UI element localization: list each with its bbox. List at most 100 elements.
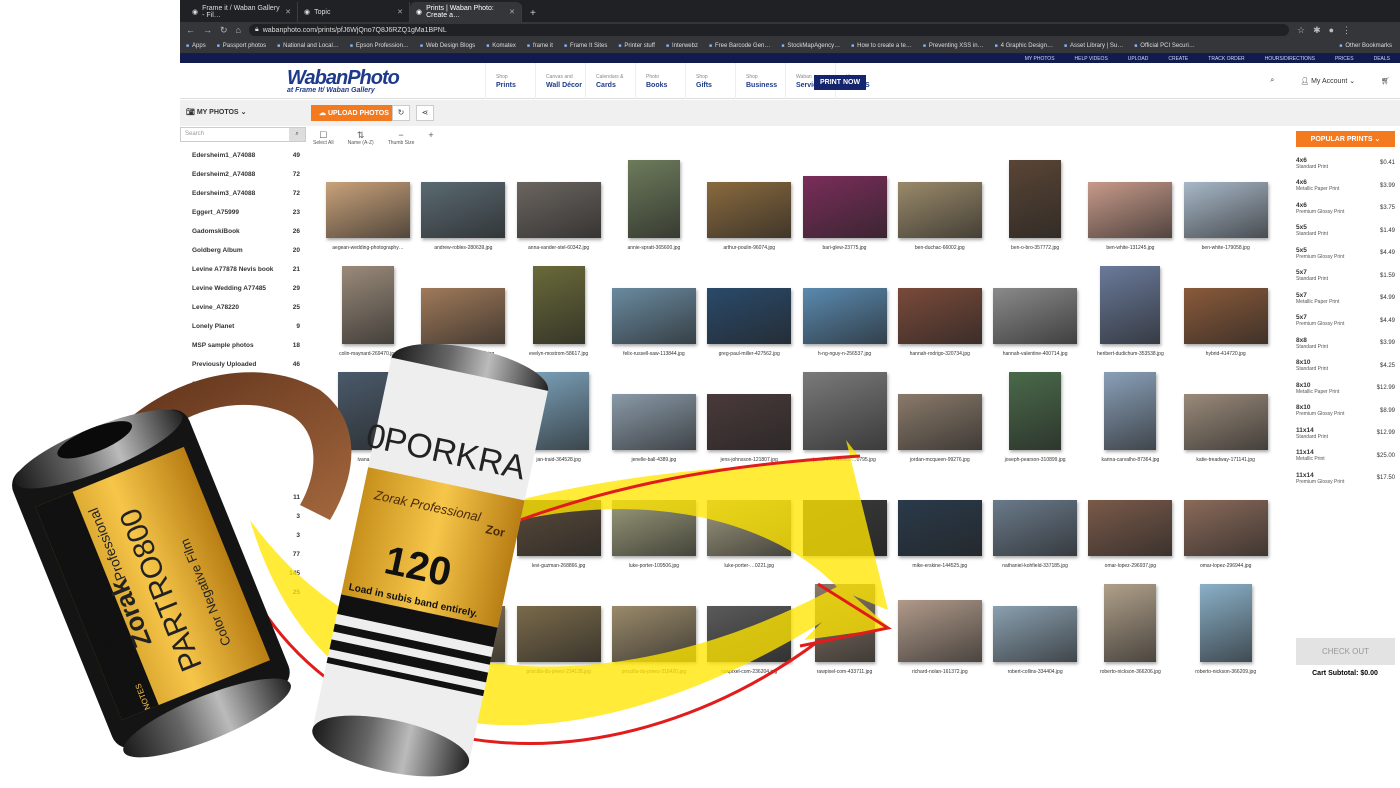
bookmark-item[interactable]: Interwebz [666, 43, 698, 49]
bookmark-item[interactable]: 4 Graphic Design… [995, 43, 1053, 49]
price-row[interactable]: 5x5 Premium Glossy Print $4.49 [1290, 242, 1400, 265]
photo-thumbnail[interactable] [707, 394, 792, 450]
photo-tile[interactable]: robert-collins-334404.jpg [989, 576, 1081, 682]
photo-thumbnail[interactable] [897, 600, 982, 662]
album-item[interactable]: 73 [180, 526, 306, 545]
utility-link[interactable]: TRACK ORDER [1208, 56, 1244, 62]
photo-tile[interactable]: priscilla-du-preez-234138.jpg [513, 576, 605, 682]
photo-tile[interactable]: annie-spratt-365600.jpg [608, 152, 700, 258]
photo-tile[interactable]: roberto-nickson-366209.jpg [1180, 576, 1272, 682]
nav-item[interactable]: Calendars & Cards [585, 63, 635, 99]
photo-thumbnail[interactable] [421, 288, 506, 344]
photo-tile[interactable]: ben-o-bro-357772.jpg [989, 152, 1081, 258]
photo-thumbnail[interactable] [516, 500, 601, 556]
utility-link[interactable]: HOURS/DIRECTIONS [1265, 56, 1315, 62]
photo-thumbnail[interactable] [1009, 160, 1062, 238]
album-item[interactable]: 77 [180, 545, 306, 564]
album-item[interactable]: 145 [180, 564, 306, 583]
photo-tile[interactable]: rawpixel-com-433711.jpg [799, 576, 891, 682]
photo-tile[interactable]: jenelle-ball-4389.jpg [608, 364, 700, 470]
utility-link[interactable]: HELP VIDEOS [1075, 56, 1108, 62]
photo-thumbnail[interactable] [1183, 394, 1268, 450]
nav-item[interactable]: Shop Gifts [685, 63, 735, 99]
photo-tile[interactable]: greg-paul-miller-427562.jpg [703, 258, 795, 364]
album-item[interactable] [180, 393, 306, 412]
bookmark-item[interactable]: frame it [527, 43, 553, 49]
photo-thumbnail[interactable] [1199, 584, 1252, 662]
album-item[interactable]: 11 [180, 488, 306, 507]
price-row[interactable]: 11x14 Metallic Print $25.00 [1290, 445, 1400, 468]
photo-tile[interactable]: cynthia-magana-138943.jpg [417, 258, 509, 364]
photo-tile[interactable]: andrew-robles-280639.jpg [417, 152, 509, 258]
bookmark-item[interactable]: National and Local… [277, 43, 339, 49]
photo-tile[interactable]: jonathan-daniels-…0795.jpg [799, 364, 891, 470]
photo-tile[interactable]: karina-carvalho-87364.jpg [1084, 364, 1176, 470]
photo-thumbnail[interactable] [627, 160, 680, 238]
album-item[interactable]: MSP sample photos 18 [180, 336, 306, 355]
photo-thumbnail[interactable] [897, 288, 982, 344]
photo-thumbnail[interactable] [993, 500, 1078, 556]
photo-tile[interactable]: anna-vander-stel-60342.jpg [513, 152, 605, 258]
photo-thumbnail[interactable] [421, 500, 506, 556]
bookmark-item[interactable]: Frame It Sites [564, 43, 607, 49]
price-row[interactable]: 5x5 Standard Print $1.49 [1290, 220, 1400, 243]
album-item[interactable]: Goldberg Album 20 [180, 241, 306, 260]
album-item[interactable]: Levine_A78220 25 [180, 298, 306, 317]
album-item[interactable] [180, 431, 306, 450]
price-row[interactable]: 4x6 Standard Print $0.41 [1290, 152, 1400, 175]
photo-thumbnail[interactable] [532, 266, 585, 344]
photo-tile[interactable]: ben-white-131245.jpg [1084, 152, 1176, 258]
bookmark-item[interactable]: Preventing XSS in… [923, 43, 984, 49]
photo-thumbnail[interactable] [421, 182, 506, 238]
photo-tile[interactable]: h-ng-nguy-n-256537.jpg [799, 258, 891, 364]
reload-icon[interactable]: ↻ [220, 25, 228, 36]
nav-item[interactable]: Shop Prints [485, 63, 535, 99]
bookmark-item[interactable]: Komatex [486, 43, 516, 49]
photo-thumbnail[interactable] [1183, 500, 1268, 556]
photo-thumbnail[interactable] [1088, 500, 1173, 556]
price-row[interactable]: 4x6 Metallic Paper Print $3.99 [1290, 175, 1400, 198]
photo-thumbnail[interactable] [814, 584, 875, 662]
photo-tile[interactable]: joseph-pearson-310899.jpg [989, 364, 1081, 470]
bookmark-item[interactable]: Asset Library | Su… [1064, 43, 1123, 49]
price-row[interactable]: 8x10 Standard Print $4.25 [1290, 355, 1400, 378]
photo-thumbnail[interactable] [993, 288, 1078, 344]
photo-thumbnail[interactable] [342, 266, 394, 344]
utility-link[interactable]: MY PHOTOS [1025, 56, 1055, 62]
photo-thumbnail[interactable] [421, 606, 506, 662]
photo-tile[interactable]: bari-glew-23775.jpg [799, 152, 891, 258]
print-now-button[interactable]: PRINT NOW [814, 75, 867, 90]
home-icon[interactable]: ⌂ [236, 25, 241, 35]
bookmark-item[interactable]: Official PCI Securi… [1134, 43, 1195, 49]
photo-tile[interactable]: richard-nolan-161372.jpg [894, 576, 986, 682]
album-item[interactable] [180, 469, 306, 488]
photo-thumbnail[interactable] [611, 288, 696, 344]
photo-tile[interactable]: omar-lopez-296937.jpg [1084, 470, 1176, 576]
photo-tile[interactable]: ivana-c… [322, 364, 414, 470]
photo-tile[interactable]: …ts-370296.jpg [417, 576, 509, 682]
price-row[interactable]: 4x6 Premium Glossy Print $3.75 [1290, 197, 1400, 220]
grid-action[interactable]: − Thumb Size [388, 130, 415, 146]
photo-thumbnail[interactable] [802, 372, 887, 450]
photo-thumbnail[interactable] [707, 182, 792, 238]
album-item[interactable]: Lonely Planet 9 [180, 317, 306, 336]
search-icon[interactable]: ⌕ [1270, 77, 1274, 85]
nav-item[interactable]: Canvas and Wall Décor [535, 63, 585, 99]
photo-thumbnail[interactable] [516, 606, 601, 662]
photo-thumbnail[interactable] [516, 182, 601, 238]
album-item[interactable] [180, 412, 306, 431]
photo-tile[interactable]: evelyn-mostrom-58617.jpg [513, 258, 605, 364]
photo-thumbnail[interactable] [707, 500, 792, 556]
photo-tile[interactable]: rawpixel-com-236204.jpg [703, 576, 795, 682]
extensions-icon[interactable]: ✱ [1313, 25, 1321, 36]
photo-thumbnail[interactable] [1104, 584, 1157, 662]
photo-tile[interactable] [322, 576, 414, 682]
browser-tab[interactable]: ◉ Prints | Waban Photo: Create a… ✕ [410, 2, 522, 22]
photo-thumbnail[interactable] [1183, 182, 1268, 238]
photo-thumbnail[interactable] [1009, 372, 1062, 450]
price-row[interactable]: 5x7 Metallic Paper Print $4.99 [1290, 287, 1400, 310]
photo-thumbnail[interactable] [326, 182, 410, 238]
price-row[interactable]: 5x7 Standard Print $1.59 [1290, 265, 1400, 288]
bookmark-item[interactable]: StockMapAgency… [781, 43, 840, 49]
photo-thumbnail[interactable] [897, 394, 982, 450]
